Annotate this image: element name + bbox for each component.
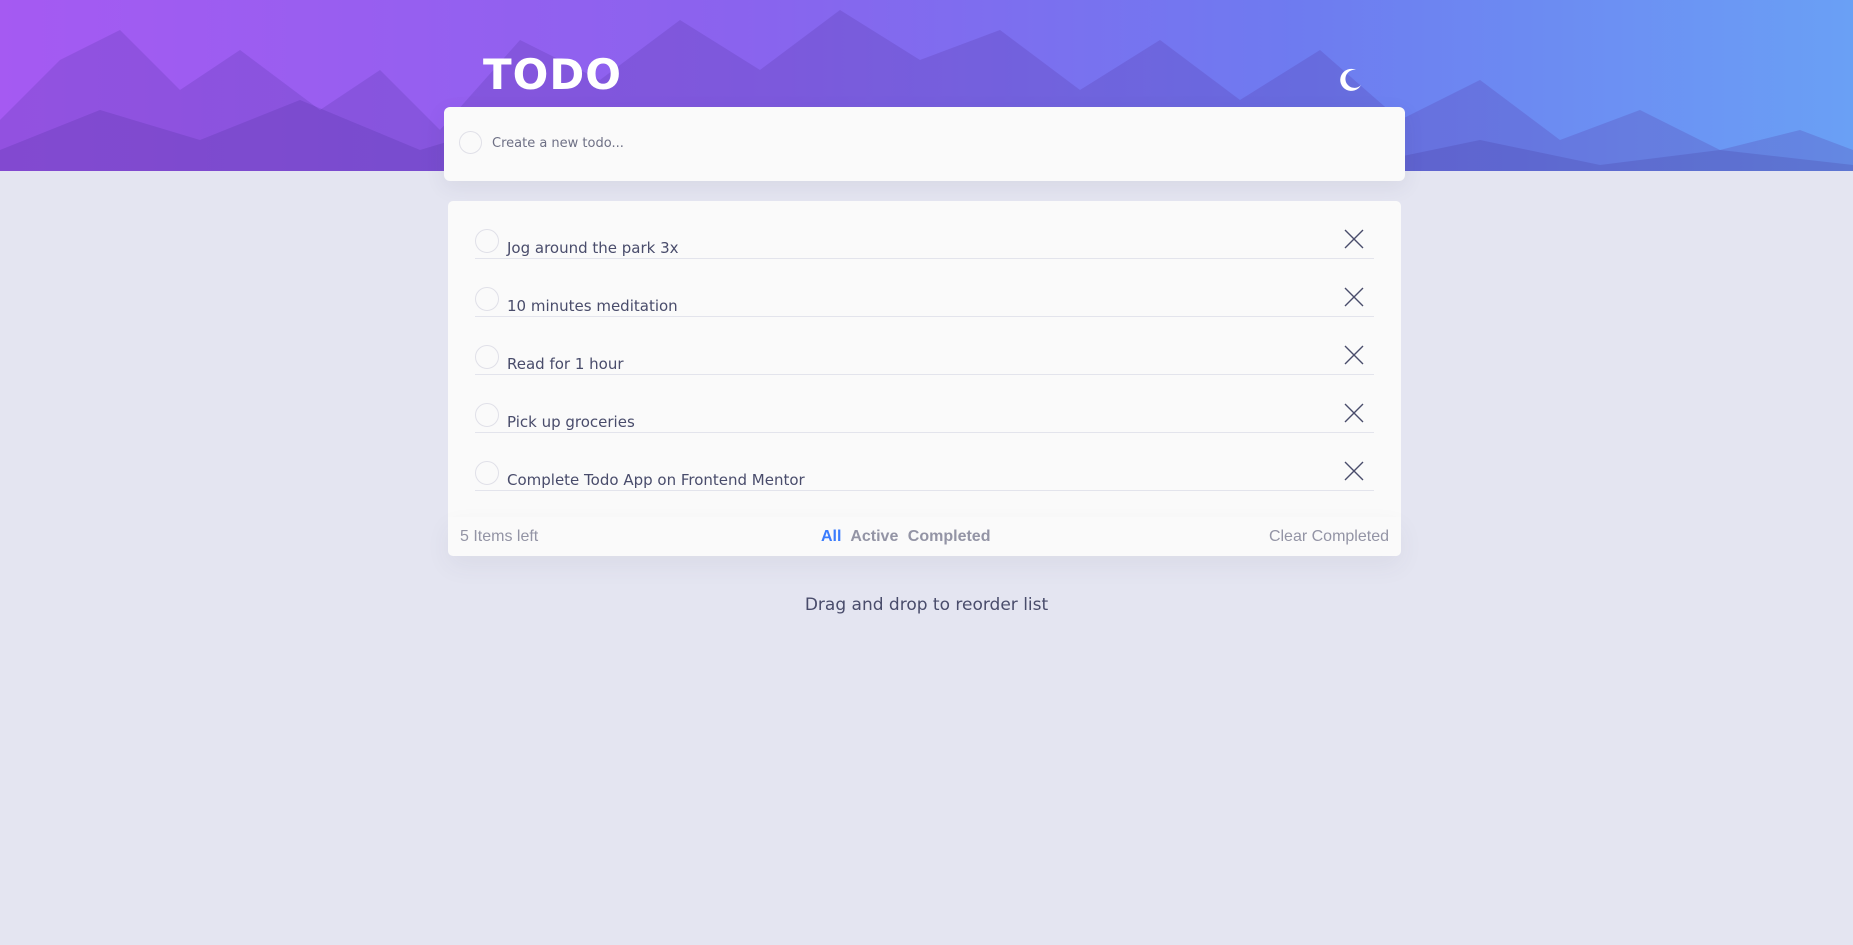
delete-icon[interactable] [1343,460,1365,482]
complete-toggle[interactable] [475,461,499,485]
todo-text: Read for 1 hour [507,355,624,373]
delete-icon[interactable] [1343,286,1365,308]
filter-all[interactable]: All [821,528,841,545]
filter-group: All Active Completed [821,528,995,546]
todo-item[interactable]: Read for 1 hour [475,317,1374,375]
complete-toggle[interactable] [475,403,499,427]
app-title: TODO [483,50,622,99]
delete-icon[interactable] [1343,344,1365,366]
reorder-hint: Drag and drop to reorder list [804,595,1049,615]
todo-item[interactable]: Complete Todo App on Frontend Mentor [475,433,1374,491]
todo-list: Jog around the park 3x 10 minutes medita… [448,201,1401,517]
complete-toggle[interactable] [475,229,499,253]
todo-text: Jog around the park 3x [507,239,679,257]
theme-toggle-button[interactable] [1336,66,1364,94]
delete-icon[interactable] [1343,228,1365,250]
items-left-count: 5 Items left [460,528,539,545]
todo-footer: 5 Items left All Active Completed Clear … [448,517,1401,556]
complete-toggle[interactable] [475,345,499,369]
filter-active[interactable]: Active [850,528,898,545]
new-todo-bar [444,107,1405,181]
complete-toggle[interactable] [475,287,499,311]
new-todo-input[interactable] [492,129,1372,157]
todo-item[interactable]: Jog around the park 3x [475,201,1374,259]
todo-text: Complete Todo App on Frontend Mentor [507,471,805,489]
todo-item[interactable]: Pick up groceries [475,375,1374,433]
clear-completed-button[interactable]: Clear Completed [1269,528,1389,546]
delete-icon[interactable] [1343,402,1365,424]
moon-icon [1340,68,1361,91]
filter-completed[interactable]: Completed [908,528,991,545]
todo-text: Pick up groceries [507,413,635,431]
todo-item[interactable]: 10 minutes meditation [475,259,1374,317]
todo-text: 10 minutes meditation [507,297,678,315]
new-todo-check-circle[interactable] [459,131,482,154]
